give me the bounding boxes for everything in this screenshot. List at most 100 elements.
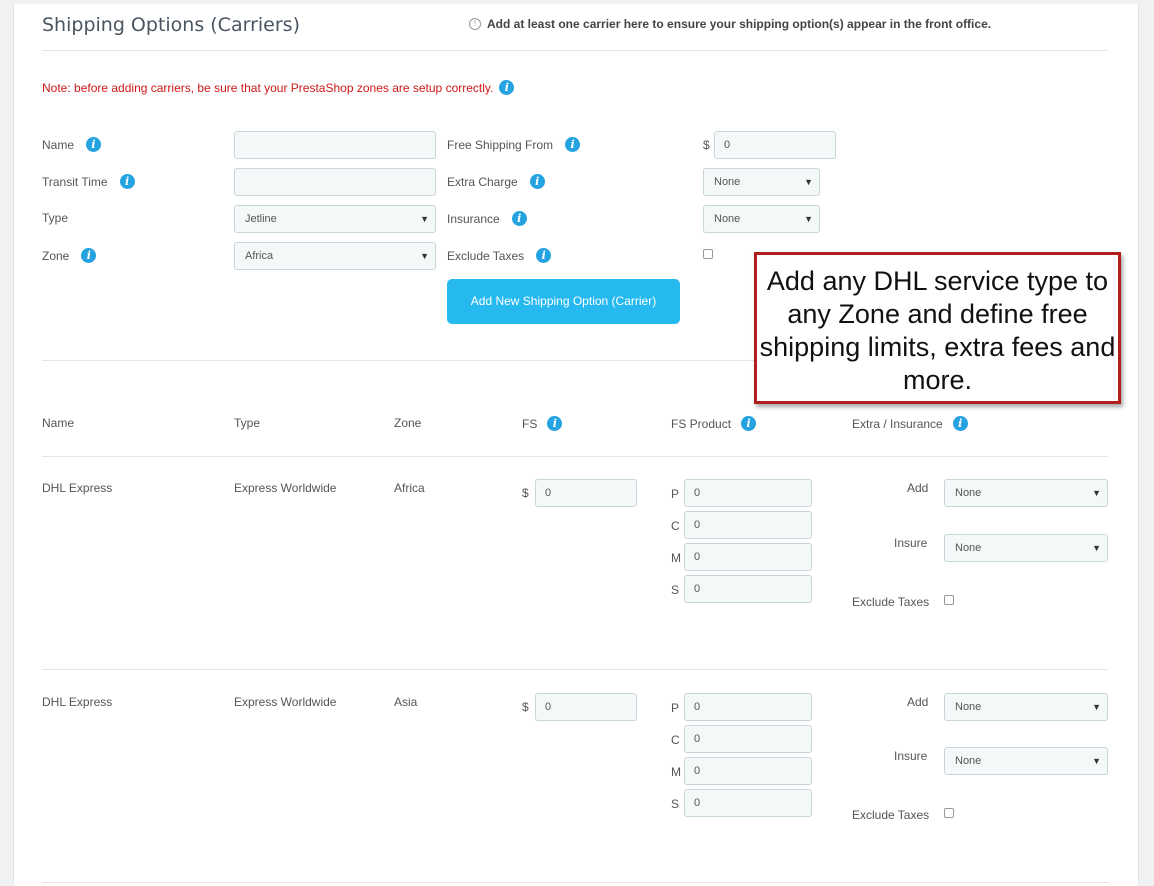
- info-icon[interactable]: i: [565, 137, 581, 152]
- col-header-name: Name: [42, 416, 75, 430]
- zones-note: Note: before adding carriers, be sure th…: [42, 80, 515, 95]
- row-name: DHL Express: [42, 695, 113, 709]
- info-icon[interactable]: i: [86, 137, 102, 152]
- insure-label: Insure: [894, 536, 928, 550]
- row-type: Express Worldwide: [234, 695, 337, 709]
- col-header-fs-product: FS Product i: [671, 416, 757, 431]
- col-header-extra-insurance-text: Extra / Insurance: [852, 416, 943, 431]
- fs-product-m-label: M: [671, 551, 681, 565]
- add-label: Add: [907, 481, 929, 495]
- info-icon[interactable]: i: [529, 174, 545, 189]
- col-header-type: Type: [234, 416, 261, 430]
- insurance-select[interactable]: None ▼: [703, 205, 820, 233]
- add-select[interactable]: None ▼: [944, 693, 1108, 721]
- chevron-down-icon: ▼: [420, 214, 429, 224]
- clock-icon: !: [469, 18, 481, 30]
- chevron-down-icon: ▼: [1092, 488, 1101, 498]
- free-shipping-from-label-text: Free Shipping From: [447, 137, 554, 152]
- fs-product-m-input[interactable]: 0: [684, 543, 812, 571]
- insure-select-value: None: [955, 755, 982, 767]
- extra-charge-select-value: None: [714, 176, 741, 188]
- transit-label-text: Transit Time: [42, 174, 108, 189]
- info-icon[interactable]: i: [499, 80, 515, 95]
- fs-product-c-input[interactable]: 0: [684, 511, 812, 539]
- info-icon[interactable]: i: [952, 416, 968, 431]
- free-shipping-from-input[interactable]: 0: [714, 131, 836, 159]
- name-label-text: Name: [42, 137, 75, 152]
- divider: [42, 669, 1108, 670]
- zones-note-text: Note: before adding carriers, be sure th…: [42, 80, 494, 95]
- row-name: DHL Express: [42, 481, 113, 495]
- info-icon[interactable]: i: [119, 174, 135, 189]
- row-zone: Africa: [394, 481, 425, 495]
- add-select-value: None: [955, 487, 982, 499]
- insure-select[interactable]: None ▼: [944, 534, 1108, 562]
- zone-label: Zone i: [42, 248, 97, 263]
- exclude-taxes-label-text: Exclude Taxes: [447, 248, 525, 263]
- fs-input[interactable]: 0: [535, 693, 637, 721]
- page-title: Shipping Options (Carriers): [42, 14, 300, 36]
- exclude-taxes-checkbox[interactable]: [703, 249, 713, 259]
- add-label: Add: [907, 695, 929, 709]
- exclude-taxes-label: Exclude Taxes: [852, 595, 930, 609]
- info-icon[interactable]: i: [536, 248, 552, 263]
- exclude-taxes-checkbox[interactable]: [944, 595, 954, 605]
- col-header-zone: Zone: [394, 416, 422, 430]
- exclude-taxes-checkbox[interactable]: [944, 808, 954, 818]
- fs-product-c-label: C: [671, 733, 680, 747]
- fs-product-m-input[interactable]: 0: [684, 757, 812, 785]
- info-icon[interactable]: i: [81, 248, 97, 263]
- type-select[interactable]: Jetline ▼: [234, 205, 436, 233]
- insure-select[interactable]: None ▼: [944, 747, 1108, 775]
- fs-product-s-label: S: [671, 583, 680, 597]
- row-type: Express Worldwide: [234, 481, 337, 495]
- fs-product-s-input[interactable]: 0: [684, 789, 812, 817]
- transit-time-input[interactable]: [234, 168, 436, 196]
- fs-product-s-input[interactable]: 0: [684, 575, 812, 603]
- fs-product-c-label: C: [671, 519, 680, 533]
- insurance-select-value: None: [714, 213, 741, 225]
- info-icon[interactable]: i: [741, 416, 757, 431]
- fs-product-p-label: P: [671, 701, 680, 715]
- divider: [42, 882, 1108, 883]
- type-label-text: Type: [42, 211, 69, 225]
- name-input[interactable]: [234, 131, 436, 159]
- currency-symbol: $: [522, 486, 529, 500]
- annotation-callout: Add any DHL service type to any Zone and…: [754, 252, 1121, 404]
- currency-symbol: $: [703, 138, 710, 152]
- zone-select[interactable]: Africa ▼: [234, 242, 436, 270]
- insurance-label: Insurance i: [447, 211, 527, 226]
- header-hint: ! Add at least one carrier here to ensur…: [469, 17, 991, 31]
- currency-symbol: $: [522, 700, 529, 714]
- fs-input[interactable]: 0: [535, 479, 637, 507]
- exclude-taxes-label: Exclude Taxes: [852, 808, 930, 822]
- fs-product-c-input[interactable]: 0: [684, 725, 812, 753]
- fs-product-p-input[interactable]: 0: [684, 693, 812, 721]
- row-zone: Asia: [394, 695, 418, 709]
- zone-select-value: Africa: [245, 250, 274, 262]
- extra-charge-label-text: Extra Charge: [447, 174, 518, 189]
- col-header-extra-insurance: Extra / Insurance i: [852, 416, 968, 431]
- type-select-value: Jetline: [245, 213, 277, 225]
- col-header-fs-product-text: FS Product: [671, 416, 732, 431]
- info-icon[interactable]: i: [547, 416, 563, 431]
- chevron-down-icon: ▼: [1092, 543, 1101, 553]
- fs-product-p-label: P: [671, 487, 680, 501]
- info-icon[interactable]: i: [511, 211, 527, 226]
- chevron-down-icon: ▼: [420, 251, 429, 261]
- exclude-taxes-label: Exclude Taxes i: [447, 248, 552, 263]
- fs-product-p-input[interactable]: 0: [684, 479, 812, 507]
- add-select[interactable]: None ▼: [944, 479, 1108, 507]
- chevron-down-icon: ▼: [804, 177, 813, 187]
- chevron-down-icon: ▼: [1092, 702, 1101, 712]
- insurance-label-text: Insurance: [447, 211, 500, 226]
- type-label: Type: [42, 211, 68, 225]
- insure-label: Insure: [894, 749, 928, 763]
- fs-product-s-label: S: [671, 797, 680, 811]
- add-carrier-button[interactable]: Add New Shipping Option (Carrier): [447, 279, 680, 324]
- extra-charge-label: Extra Charge i: [447, 174, 545, 189]
- name-label: Name i: [42, 137, 102, 152]
- divider: [42, 50, 1108, 51]
- extra-charge-select[interactable]: None ▼: [703, 168, 820, 196]
- col-header-fs-text: FS: [522, 416, 538, 431]
